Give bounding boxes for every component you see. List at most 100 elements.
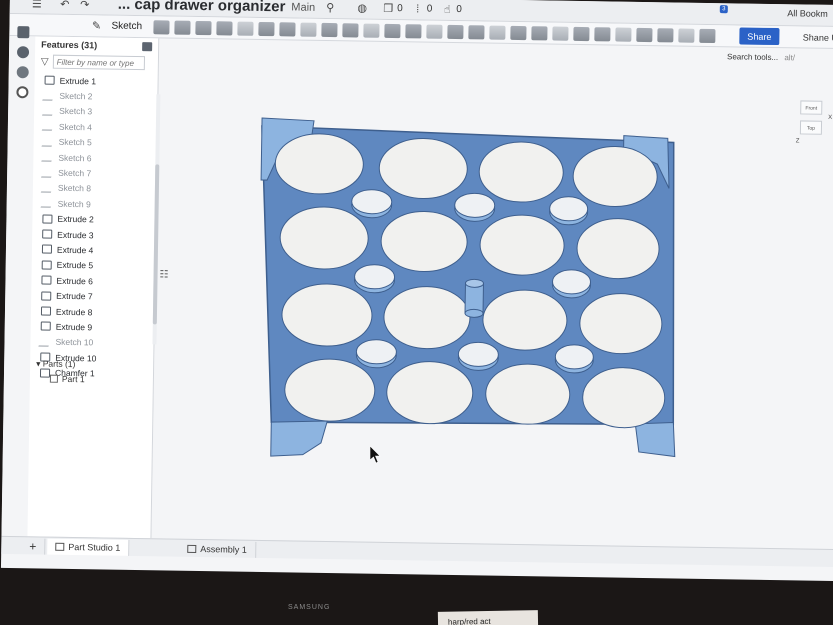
boss <box>355 339 397 369</box>
like-count: 0 <box>456 4 462 16</box>
sketch-icon <box>38 337 53 347</box>
feature-item[interactable]: Sketch 9 <box>37 196 149 213</box>
plane-tool-icon[interactable] <box>509 25 527 40</box>
feature-label: Sketch 8 <box>57 183 92 194</box>
view-cube-front[interactable]: Front <box>800 100 823 115</box>
feature-item[interactable]: Sketch 2 <box>38 88 150 105</box>
draft-tool-icon[interactable] <box>299 22 317 37</box>
link-icon[interactable]: ⚲ <box>323 0 337 14</box>
sketch-button[interactable]: Sketch <box>111 21 142 32</box>
split-tool-icon[interactable] <box>446 24 464 39</box>
user-name[interactable]: Shane Upt <box>803 32 833 43</box>
copy-icon[interactable]: ❐ <box>381 1 395 15</box>
mirror-tool-icon[interactable] <box>404 23 422 38</box>
feature-item[interactable]: Extrude 8 <box>35 303 147 320</box>
tab-part-studio-1[interactable]: Part Studio 1 <box>47 538 130 556</box>
section-view-tool-icon[interactable] <box>656 27 674 42</box>
hole <box>279 206 369 270</box>
extrude-tool-icon[interactable] <box>152 19 170 35</box>
undo-icon[interactable]: ↶ <box>58 0 72 11</box>
comments-icon[interactable] <box>16 46 30 59</box>
sheet-metal-tool-icon[interactable] <box>551 26 569 41</box>
feature-label: Extrude 9 <box>55 321 93 333</box>
pin-icon[interactable]: ⁞ <box>411 2 425 16</box>
shell-tool-icon[interactable] <box>320 22 338 37</box>
feature-item[interactable]: Extrude 7 <box>35 288 147 305</box>
delete-part-tool-icon[interactable] <box>488 25 506 40</box>
parts-header[interactable]: ▾ Parts (1) <box>36 358 75 370</box>
feature-item[interactable]: Extrude 2 <box>36 211 148 228</box>
part-label: Part 1 <box>61 373 85 385</box>
wrap-tool-icon[interactable] <box>593 26 611 41</box>
feature-label: Sketch 9 <box>57 198 91 210</box>
feature-item[interactable]: Extrude 9 <box>35 319 147 336</box>
variable-tool-icon[interactable] <box>614 27 632 42</box>
feature-tree-icon[interactable] <box>17 26 30 39</box>
feature-item[interactable]: Sketch 10 <box>34 334 146 351</box>
feature-item[interactable]: Sketch 4 <box>38 119 150 136</box>
boss <box>554 344 594 374</box>
globe-icon[interactable]: ◍ <box>355 1 369 15</box>
branch-label[interactable]: Main <box>291 1 315 13</box>
3d-viewport[interactable]: Front Top X Z <box>151 38 833 549</box>
history-icon[interactable] <box>16 86 29 99</box>
feature-item[interactable]: Extrude 3 <box>36 226 148 243</box>
fillet-tool-icon[interactable] <box>257 21 275 36</box>
part-item[interactable]: Part 1 <box>49 373 85 385</box>
chamfer-tool-icon[interactable] <box>278 21 296 36</box>
feature-item[interactable]: Extrude 4 <box>36 242 148 259</box>
hole <box>383 286 471 350</box>
feature-label: Sketch 10 <box>55 337 94 348</box>
share-button[interactable]: Share <box>739 27 780 46</box>
hole <box>479 214 565 276</box>
hole <box>386 361 474 425</box>
extrude-icon <box>41 275 52 285</box>
redo-icon[interactable]: ↷ <box>78 0 92 11</box>
transform-tool-icon[interactable] <box>467 24 485 39</box>
appearance-icon[interactable] <box>16 66 29 79</box>
measure-tool-icon[interactable] <box>635 27 653 42</box>
notification-badge[interactable]: 3 <box>719 5 728 14</box>
surface-tool-icon[interactable] <box>572 26 590 41</box>
feature-filter-input[interactable] <box>52 54 145 71</box>
center-post <box>464 278 484 318</box>
feature-item[interactable]: Extrude 6 <box>35 273 147 290</box>
add-custom-tool-icon[interactable] <box>698 28 716 43</box>
add-tab-button[interactable]: + <box>21 537 46 555</box>
thumbs-up-icon[interactable]: ☝ <box>440 2 454 16</box>
sketch-icon <box>41 152 56 162</box>
extrude-icon <box>41 260 52 270</box>
sketch-icon <box>40 198 55 208</box>
feature-item[interactable]: Sketch 3 <box>38 103 150 120</box>
custom-feature-tool-icon[interactable] <box>677 27 695 43</box>
hole <box>478 141 564 203</box>
rib-tool-icon[interactable] <box>362 23 380 38</box>
pattern-tool-icon[interactable] <box>383 23 401 38</box>
loft-tool-icon[interactable] <box>215 20 233 35</box>
filter-icon[interactable]: ▽ <box>41 56 49 67</box>
sketch-icon[interactable]: ✎ <box>89 19 103 33</box>
add-folder-icon[interactable] <box>142 41 153 51</box>
hole <box>576 218 660 280</box>
feature-item[interactable]: Sketch 6 <box>37 149 149 166</box>
feature-item[interactable]: Extrude 1 <box>38 72 150 89</box>
feature-item[interactable]: Sketch 5 <box>38 134 150 151</box>
view-cube[interactable]: Front Top X Z <box>795 92 832 145</box>
boolean-tool-icon[interactable] <box>425 24 443 39</box>
feature-item[interactable]: Extrude 5 <box>36 257 148 274</box>
thicken-tool-icon[interactable] <box>236 21 254 36</box>
feature-label: Extrude 1 <box>59 75 97 87</box>
document-title[interactable]: ... cap drawer organizer <box>118 0 286 15</box>
features-list-icon[interactable]: ☰ <box>30 0 44 11</box>
hole-tool-icon[interactable] <box>341 22 359 37</box>
view-cube-top[interactable]: Top <box>799 120 823 135</box>
mate-connector-tool-icon[interactable] <box>530 25 548 40</box>
sweep-tool-icon[interactable] <box>194 20 212 35</box>
hole <box>485 363 571 425</box>
axis-z-label: Z <box>795 138 800 145</box>
feature-item[interactable]: Sketch 7 <box>37 165 149 182</box>
bookmarks-link[interactable]: All Bookm <box>787 8 828 19</box>
revolve-tool-icon[interactable] <box>173 20 191 35</box>
tab-assembly-1[interactable]: Assembly 1 <box>179 540 256 558</box>
feature-item[interactable]: Sketch 8 <box>37 180 149 197</box>
